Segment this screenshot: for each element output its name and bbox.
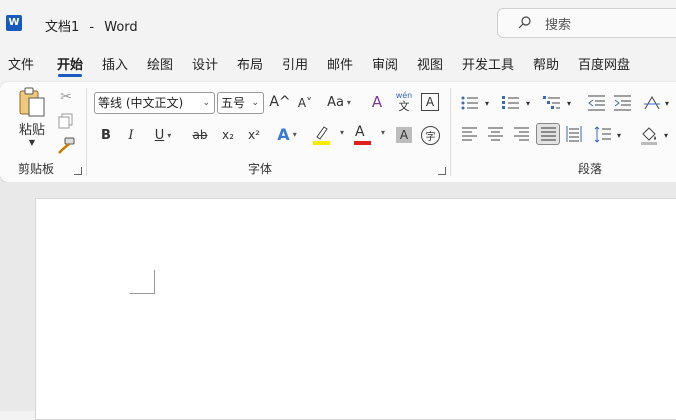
tab-insert[interactable]: 插入 [102,54,128,73]
tab-review[interactable]: 审阅 [372,54,398,73]
font-color-button[interactable]: A ▾ [353,124,387,146]
justify-button[interactable] [536,123,560,145]
phonetic-bottom: 文 [398,100,410,113]
chevron-down-icon[interactable]: ▾ [661,128,671,142]
change-case-button[interactable]: Aa ▾ [323,92,355,112]
line-spacing-icon[interactable] [594,126,612,143]
font-size-combobox[interactable]: 五号 ⌄ [217,92,264,114]
highlight-button[interactable]: ▾ [312,124,346,146]
increase-indent-icon[interactable] [614,95,632,111]
bullets-icon[interactable] [461,95,479,111]
change-case-label: Aa [327,94,344,110]
superscript-button[interactable]: x² [244,126,264,144]
tab-home[interactable]: 开始 [57,54,83,73]
grow-font-button[interactable]: A^ [269,92,290,112]
active-tab-indicator [58,74,82,77]
text-effects-button[interactable]: A ▾ [270,124,304,144]
title-separator: - [89,20,95,35]
character-shading-button[interactable]: A [396,127,412,143]
underline-button[interactable]: U ▾ [148,126,178,144]
justify-icon [541,127,556,141]
font-group-label: 字体 [248,162,273,176]
paste-dropdown-icon[interactable]: ▼ [24,137,40,147]
chevron-down-icon: ▾ [167,130,172,140]
word-logo-icon: W [6,15,22,31]
doc-name: 文档1 [45,20,80,35]
subscript-button[interactable]: x₂ [218,126,238,144]
paragraph-group-label: 段落 [578,162,603,176]
tab-baidu-netdisk[interactable]: 百度网盘 [578,54,630,73]
copy-icon[interactable] [58,113,74,129]
font-color-label: A [355,124,365,140]
chevron-down-icon: ▾ [340,128,345,137]
paste-label[interactable]: 粘贴 [16,120,48,138]
align-left-icon[interactable] [462,127,478,142]
document-title: 文档1 - Word [45,16,138,35]
highlighter-icon [316,126,328,140]
shading-icon[interactable] [640,125,658,145]
cut-icon[interactable]: ✂ [57,88,75,106]
numbering-icon[interactable] [502,95,520,111]
font-color-bar [354,141,371,145]
tab-layout[interactable]: 布局 [237,54,263,73]
text-direction-icon[interactable] [643,95,661,111]
tab-mailings[interactable]: 邮件 [327,54,353,73]
clipboard-launcher-icon[interactable] [74,167,82,175]
group-separator [86,88,87,176]
clipboard-group-label: 剪贴板 [18,162,55,176]
bold-button[interactable]: B [98,126,114,144]
underline-label: U [154,127,165,143]
align-center-icon[interactable] [488,127,504,142]
align-right-icon[interactable] [514,127,530,142]
chevron-down-icon[interactable]: ▾ [523,96,533,110]
paste-icon[interactable] [17,86,47,118]
document-page[interactable] [35,198,676,420]
margin-corner-mark [130,270,155,294]
chevron-down-icon: ▾ [292,129,297,139]
chevron-down-icon[interactable]: ▾ [662,96,672,110]
tab-references[interactable]: 引用 [282,54,308,73]
highlight-color-bar [313,141,330,145]
font-name-value: 等线 (中文正文) [98,96,184,110]
tab-design[interactable]: 设计 [192,54,218,73]
chevron-down-icon[interactable]: ▾ [564,96,574,110]
tab-view[interactable]: 视图 [417,54,443,73]
enclose-characters-button[interactable]: 字 [421,126,440,145]
strikethrough-button[interactable]: ab [189,126,211,144]
multilevel-list-icon[interactable] [543,95,561,111]
format-painter-icon[interactable] [57,137,75,154]
tab-developer[interactable]: 开发工具 [462,54,514,73]
search-label: 搜索 [545,18,572,33]
chevron-down-icon[interactable]: ▾ [614,128,624,142]
tab-draw[interactable]: 绘图 [147,54,173,73]
text-effects-label: A [277,124,290,144]
distributed-icon[interactable] [566,126,582,143]
clear-formatting-icon[interactable]: A [367,92,387,112]
font-size-value: 五号 [221,96,246,110]
decrease-indent-icon[interactable] [588,95,606,111]
chevron-down-icon: ⌄ [202,98,210,108]
font-launcher-icon[interactable] [438,167,446,175]
group-separator [450,88,451,176]
font-name-combobox[interactable]: 等线 (中文正文) ⌄ [94,92,215,114]
tab-file[interactable]: 文件 [8,54,34,73]
app-name: Word [104,20,138,35]
chevron-down-icon: ▾ [381,128,386,137]
phonetic-guide-button[interactable]: wén 文 [393,91,415,115]
tab-help[interactable]: 帮助 [533,54,559,73]
search-icon [518,16,531,29]
chevron-down-icon: ⌄ [251,98,259,108]
chevron-down-icon[interactable]: ▾ [482,96,492,110]
shrink-font-button[interactable]: A˅ [295,93,315,113]
character-border-button[interactable]: A [421,93,439,111]
italic-button[interactable]: I [123,126,139,144]
chevron-down-icon: ▾ [346,97,351,107]
